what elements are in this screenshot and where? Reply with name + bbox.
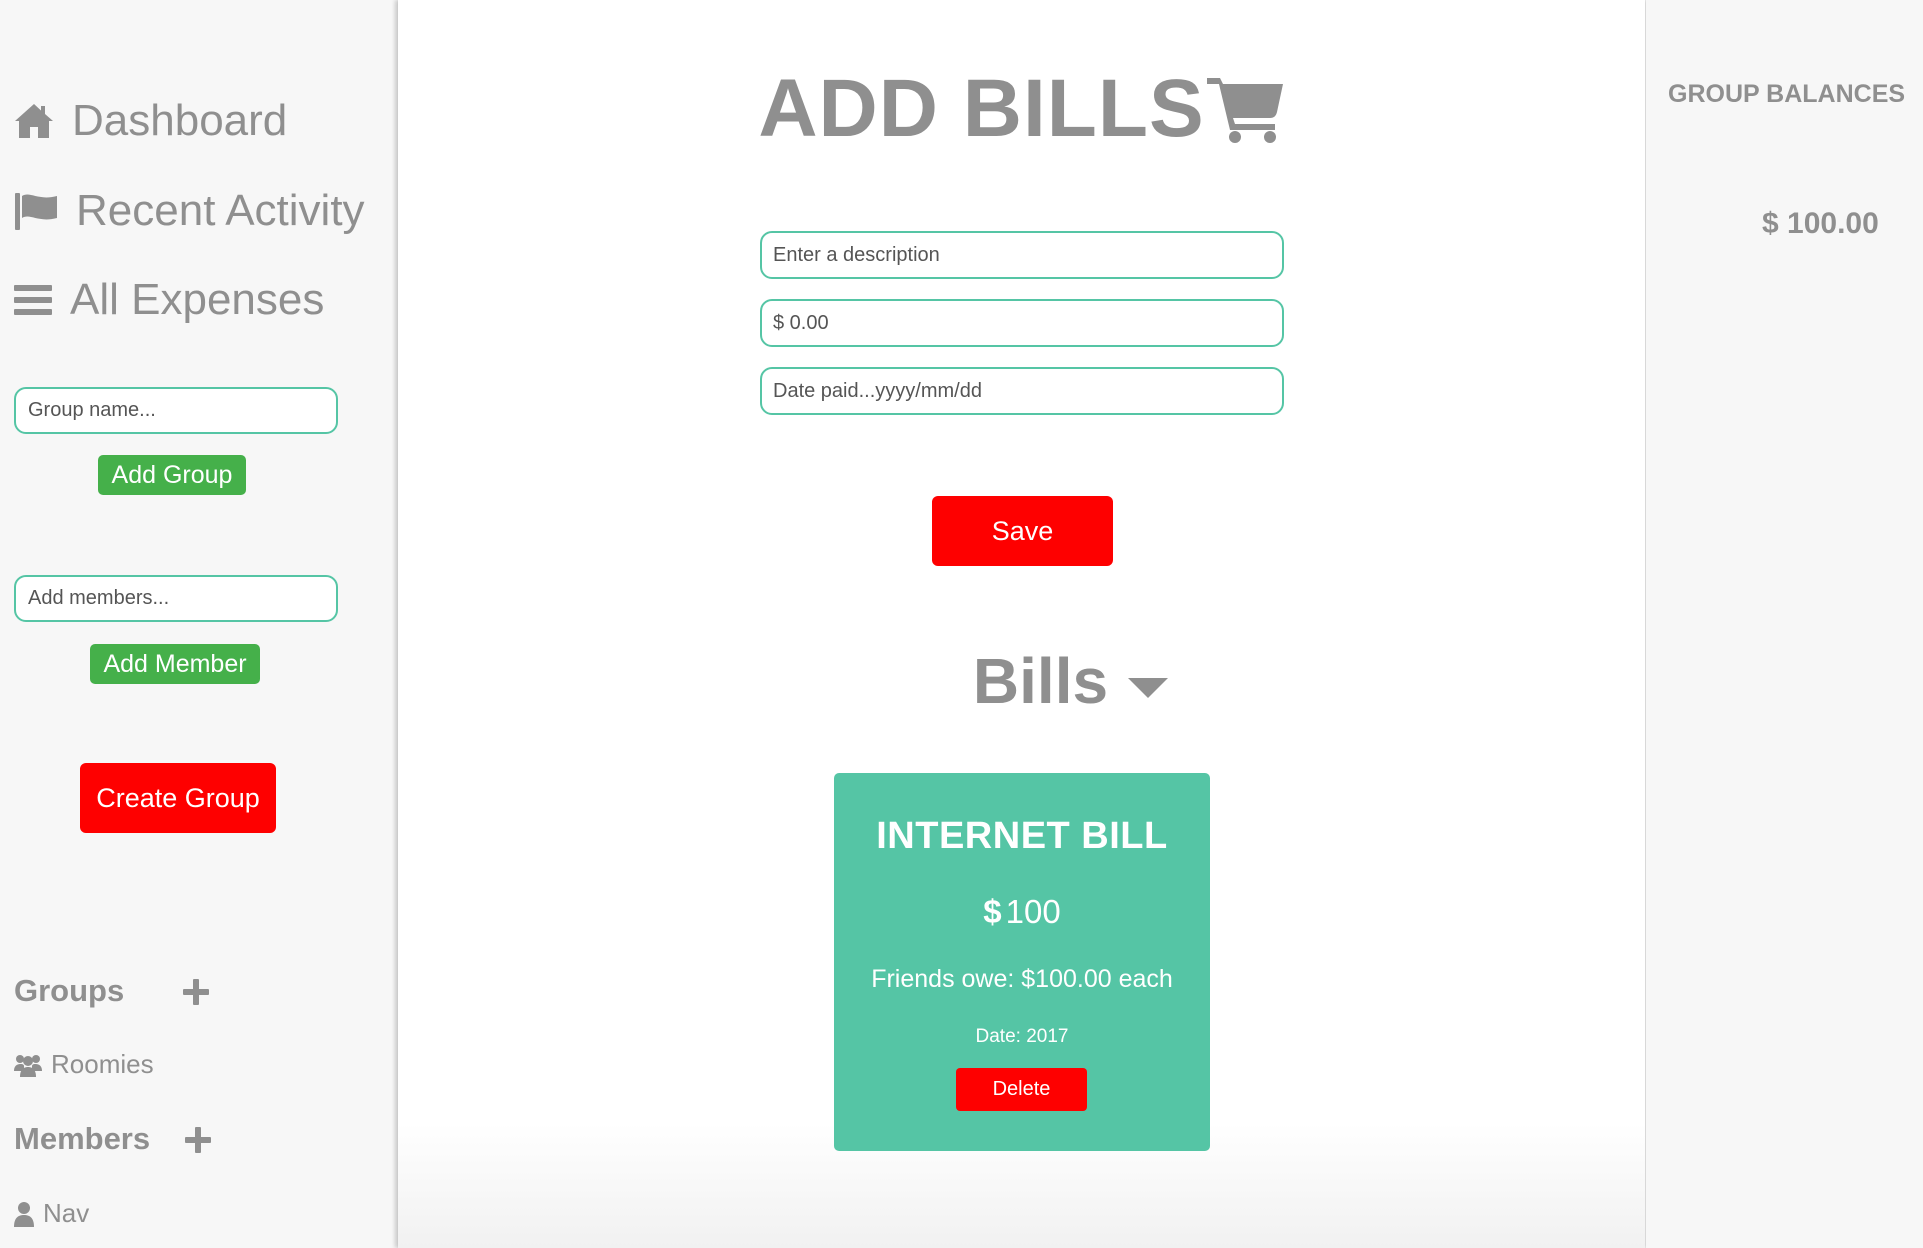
add-member-button[interactable]: Add Member [90, 644, 260, 684]
group-item-roomies[interactable]: Roomies [14, 1049, 154, 1080]
nav-recent-activity-label: Recent Activity [76, 186, 365, 235]
bills-toggle[interactable]: Bills [398, 644, 1645, 718]
list-icon [14, 285, 52, 315]
save-button[interactable]: Save [932, 496, 1113, 566]
bill-description-input[interactable] [760, 231, 1284, 279]
page-title: ADD BILLS [398, 62, 1645, 156]
bill-date: Date: 2017 [975, 1026, 1069, 1047]
page-title-text: ADD BILLS [758, 63, 1205, 154]
bill-date-input[interactable] [760, 367, 1284, 415]
add-group-plus-icon[interactable] [183, 979, 209, 1005]
nav-all-expenses-label: All Expenses [70, 275, 325, 324]
bill-amount-input[interactable] [760, 299, 1284, 347]
home-icon [15, 104, 53, 138]
bill-currency: $ [983, 893, 1002, 930]
bill-name: INTERNET BILL [876, 815, 1168, 857]
delete-bill-button[interactable]: Delete [956, 1068, 1087, 1111]
member-item-nav[interactable]: Nav [14, 1198, 89, 1229]
main-content: ADD BILLS Save Bills INTERNET BILL $100 … [398, 0, 1645, 1248]
user-icon [14, 1201, 34, 1227]
add-group-button[interactable]: Add Group [98, 455, 246, 495]
bill-owe-text: Friends owe: $100.00 each [871, 965, 1173, 993]
member-item-label: Nav [43, 1198, 90, 1228]
bill-amount-row: $100 [834, 893, 1210, 931]
nav-recent-activity[interactable]: Recent Activity [14, 186, 365, 236]
nav-dashboard[interactable]: Dashboard [14, 96, 287, 146]
group-balance-amount: $ 100.00 [1762, 207, 1879, 240]
group-name-input[interactable] [14, 387, 338, 434]
sidebar: Dashboard Recent Activity All Expenses A… [0, 0, 397, 1248]
members-heading: Members [14, 1121, 151, 1156]
group-item-label: Roomies [51, 1049, 154, 1079]
create-group-button[interactable]: Create Group [80, 763, 276, 833]
caret-down-icon [1128, 678, 1169, 698]
groups-heading: Groups [14, 973, 125, 1008]
bill-card: INTERNET BILL $100 Friends owe: $100.00 … [834, 773, 1210, 1151]
users-icon [14, 1054, 42, 1077]
bills-heading: Bills [972, 645, 1109, 717]
cart-icon [1206, 78, 1283, 143]
bill-amount: 100 [1005, 893, 1061, 930]
add-member-plus-icon[interactable] [185, 1127, 211, 1153]
group-balances-panel: GROUP BALANCES $ 100.00 [1646, 0, 1923, 1248]
add-members-input[interactable] [14, 575, 338, 622]
nav-all-expenses[interactable]: All Expenses [14, 275, 324, 325]
nav-dashboard-label: Dashboard [72, 96, 288, 145]
flag-icon [15, 193, 57, 230]
group-balances-title: GROUP BALANCES [1668, 80, 1906, 108]
